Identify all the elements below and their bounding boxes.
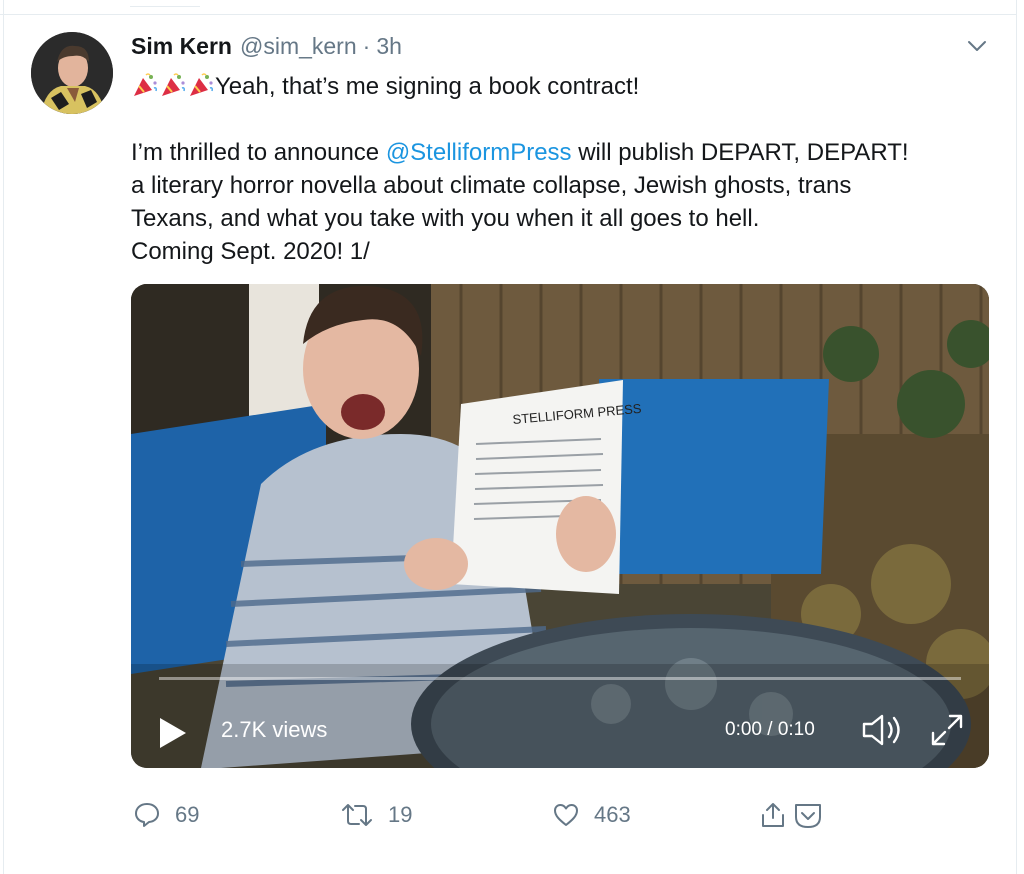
video-player[interactable]: STELLIFORM PRESS 2.7K views 0:00 / 0:10 xyxy=(131,284,989,768)
tweet-line-5: Coming Sept. 2020! 1/ xyxy=(131,238,370,265)
reply-icon xyxy=(135,803,159,827)
heart-icon xyxy=(554,804,578,826)
tweet-header: Sim Kern @sim_kern · 3h xyxy=(131,33,402,63)
timeline-left-border xyxy=(3,0,4,874)
tweet-line-2-end: will publish DEPART, DEPART! xyxy=(571,139,909,166)
tweet-actions: 69 19 463 xyxy=(0,798,1016,832)
party-popper-icon xyxy=(190,73,213,96)
tweet-line-2: I’m thrilled to announce @StelliformPres… xyxy=(131,136,1001,169)
previous-tweet-edge xyxy=(130,0,200,7)
share-icon[interactable] xyxy=(762,803,784,827)
tweet-line-1: Yeah, that’s me signing a book contract! xyxy=(131,70,1001,103)
retweet-icon xyxy=(342,804,372,826)
reply-button[interactable]: 69 xyxy=(133,798,199,832)
more-options-chevron-down-icon[interactable] xyxy=(964,36,990,56)
play-icon[interactable] xyxy=(157,716,189,750)
view-count: 2.7K views xyxy=(221,717,328,742)
author-name[interactable]: Sim Kern xyxy=(131,33,232,60)
avatar[interactable] xyxy=(31,32,113,114)
fullscreen-expand-icon[interactable] xyxy=(929,712,965,748)
reply-count: 69 xyxy=(175,802,200,827)
tweet-timestamp[interactable]: 3h xyxy=(376,33,402,60)
like-count: 463 xyxy=(594,802,631,827)
video-frame: STELLIFORM PRESS xyxy=(131,284,989,768)
tweet-text: Yeah, that’s me signing a book contract!… xyxy=(131,70,1001,268)
next-tweet-edge xyxy=(131,866,311,874)
tweet-line-2-start: I’m thrilled to announce xyxy=(131,139,386,166)
save-bookmark-icon[interactable] xyxy=(795,804,821,828)
share-controls xyxy=(760,800,824,830)
mention-link[interactable]: @StelliformPress xyxy=(386,139,572,166)
party-popper-icon xyxy=(162,73,185,96)
timeline-right-border xyxy=(1016,0,1017,874)
video-timecode: 0:00 / 0:10 xyxy=(725,719,815,740)
party-popper-icon xyxy=(134,73,157,96)
volume-icon[interactable] xyxy=(861,712,905,748)
divider xyxy=(0,14,1016,15)
tweet-line-4: Texans, and what you take with you when … xyxy=(131,205,760,232)
author-handle[interactable]: @sim_kern xyxy=(240,33,357,60)
tweet-line-3: a literary horror novella about climate … xyxy=(131,172,852,199)
retweet-button[interactable]: 19 xyxy=(340,798,412,832)
separator-dot: · xyxy=(362,33,371,59)
tweet-line-1-text: Yeah, that’s me signing a book contract! xyxy=(215,73,640,100)
retweet-count: 19 xyxy=(388,802,413,827)
video-progress-bar[interactable] xyxy=(159,677,961,680)
avatar-photo xyxy=(31,32,113,114)
like-button[interactable]: 463 xyxy=(552,798,631,832)
